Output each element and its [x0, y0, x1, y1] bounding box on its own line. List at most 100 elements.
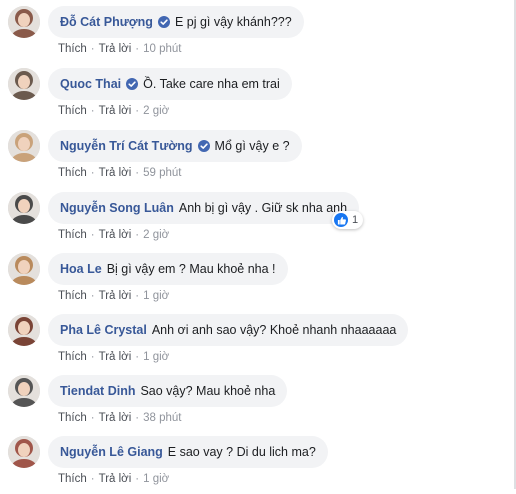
separator-dot: · [90, 412, 95, 424]
separator-dot: · [90, 473, 95, 485]
comment-bubble: Đỗ Cát Phượng E pj gì vậy khánh??? [48, 6, 304, 38]
avatar-image [8, 314, 40, 346]
comment-actions: Thích · Trả lời · 1 giờ [58, 473, 169, 485]
like-link[interactable]: Thích [58, 412, 87, 424]
avatar[interactable] [8, 192, 40, 224]
comment-author-link[interactable]: Đỗ Cát Phượng [60, 15, 153, 29]
verified-badge-icon [157, 16, 170, 28]
reaction-count-badge[interactable]: 1 [332, 211, 364, 229]
avatar[interactable] [8, 6, 40, 38]
avatar-image [8, 253, 40, 285]
comment-timestamp[interactable]: 1 giờ [143, 473, 169, 485]
comment-item: Pha Lê Crystal Anh ơi anh sao vậy? Khoẻ … [8, 314, 508, 372]
comment-actions: Thích · Trả lời · 2 giờ [58, 229, 169, 241]
comment-text: Anh ơi anh sao vậy? Khoẻ nhanh nhaaaaaa [151, 323, 397, 337]
avatar[interactable] [8, 314, 40, 346]
comment-item: Nguyễn Trí Cát Tường Mổ gì vậy e ? Thích… [8, 130, 508, 188]
reply-link[interactable]: Trả lời [99, 229, 132, 241]
comment-text: Ồ. Take care nha em trai [143, 77, 280, 91]
comment-item: Quoc Thai Ồ. Take care nha em trai Thích… [8, 68, 508, 126]
separator-dot: · [135, 351, 140, 363]
avatar[interactable] [8, 253, 40, 285]
comment-bubble: Nguyễn Trí Cát Tường Mổ gì vậy e ? [48, 130, 302, 162]
like-link[interactable]: Thích [58, 290, 87, 302]
separator-dot: · [90, 229, 95, 241]
reply-link[interactable]: Trả lời [99, 167, 132, 179]
avatar[interactable] [8, 130, 40, 162]
comment-item: Tiendat Dinh Sao vậy? Mau khoẻ nha Thích… [8, 375, 508, 433]
comment-bubble: Quoc Thai Ồ. Take care nha em trai [48, 68, 292, 100]
separator-dot: · [90, 290, 95, 302]
reply-link[interactable]: Trả lời [99, 290, 132, 302]
avatar-image [8, 6, 40, 38]
comment-timestamp[interactable]: 1 giờ [143, 290, 169, 302]
reaction-count: 1 [352, 214, 359, 226]
comment-text: Mổ gì vậy e ? [214, 139, 290, 153]
verified-badge-icon [197, 140, 210, 152]
avatar-image [8, 68, 40, 100]
reply-link[interactable]: Trả lời [99, 473, 132, 485]
like-link[interactable]: Thích [58, 43, 87, 55]
avatar[interactable] [8, 68, 40, 100]
verified-badge-icon [126, 78, 139, 90]
comment-text: Anh bị gì vậy . Giữ sk nha anh [178, 201, 348, 215]
like-link[interactable]: Thích [58, 351, 87, 363]
avatar-image [8, 375, 40, 407]
avatar[interactable] [8, 375, 40, 407]
separator-dot: · [135, 105, 140, 117]
separator-dot: · [90, 43, 95, 55]
like-link[interactable]: Thích [58, 229, 87, 241]
like-reaction-icon [334, 213, 348, 227]
comment-actions: Thích · Trả lời · 59 phút [58, 167, 182, 179]
avatar-image [8, 436, 40, 468]
comment-actions: Thích · Trả lời · 2 giờ [58, 105, 169, 117]
separator-dot: · [135, 412, 140, 424]
comment-timestamp[interactable]: 2 giờ [143, 105, 169, 117]
separator-dot: · [90, 167, 95, 179]
comment-item: Nguyễn Lê Giang E sao vay ? Di du lich m… [8, 436, 508, 494]
avatar[interactable] [8, 436, 40, 468]
reply-link[interactable]: Trả lời [99, 351, 132, 363]
comment-timestamp[interactable]: 10 phút [143, 43, 181, 55]
separator-dot: · [135, 167, 140, 179]
comment-author-link[interactable]: Hoa Le [60, 262, 102, 276]
comment-timestamp[interactable]: 2 giờ [143, 229, 169, 241]
comment-bubble: Pha Lê Crystal Anh ơi anh sao vậy? Khoẻ … [48, 314, 409, 346]
comment-author-link[interactable]: Nguyễn Song Luân [60, 201, 174, 215]
comment-text: Sao vậy? Mau khoẻ nha [140, 384, 276, 398]
comment-bubble: Nguyễn Lê Giang E sao vay ? Di du lich m… [48, 436, 328, 468]
separator-dot: · [135, 473, 140, 485]
comment-item: Nguyễn Song Luân Anh bị gì vậy . Giữ sk … [8, 192, 508, 250]
comment-actions: Thích · Trả lời · 1 giờ [58, 351, 169, 363]
avatar-image [8, 130, 40, 162]
comment-actions: Thích · Trả lời · 1 giờ [58, 290, 169, 302]
reply-link[interactable]: Trả lời [99, 43, 132, 55]
comment-actions: Thích · Trả lời · 38 phút [58, 412, 182, 424]
comment-timestamp[interactable]: 38 phút [143, 412, 181, 424]
reply-link[interactable]: Trả lời [99, 105, 132, 117]
comment-timestamp[interactable]: 59 phút [143, 167, 181, 179]
comment-item: Hoa Le Bị gì vậy em ? Mau khoẻ nha ! Thí… [8, 253, 508, 311]
comment-text: Bị gì vậy em ? Mau khoẻ nha ! [106, 262, 276, 276]
separator-dot: · [135, 229, 140, 241]
comment-author-link[interactable]: Pha Lê Crystal [60, 323, 147, 337]
comment-author-link[interactable]: Tiendat Dinh [60, 384, 135, 398]
separator-dot: · [135, 290, 140, 302]
comment-bubble: Nguyễn Song Luân Anh bị gì vậy . Giữ sk … [48, 192, 360, 224]
like-link[interactable]: Thích [58, 167, 87, 179]
separator-dot: · [90, 105, 95, 117]
comment-text: E pj gì vậy khánh??? [174, 15, 292, 29]
comment-item: Đỗ Cát Phượng E pj gì vậy khánh??? Thích… [8, 6, 508, 64]
comment-timestamp[interactable]: 1 giờ [143, 351, 169, 363]
like-link[interactable]: Thích [58, 105, 87, 117]
comment-bubble: Hoa Le Bị gì vậy em ? Mau khoẻ nha ! [48, 253, 288, 285]
comment-author-link[interactable]: Nguyễn Trí Cát Tường [60, 139, 193, 153]
comment-author-link[interactable]: Nguyễn Lê Giang [60, 445, 163, 459]
avatar-image [8, 192, 40, 224]
separator-dot: · [90, 351, 95, 363]
comment-actions: Thích · Trả lời · 10 phút [58, 43, 182, 55]
separator-dot: · [135, 43, 140, 55]
like-link[interactable]: Thích [58, 473, 87, 485]
reply-link[interactable]: Trả lời [99, 412, 132, 424]
comment-author-link[interactable]: Quoc Thai [60, 77, 121, 91]
